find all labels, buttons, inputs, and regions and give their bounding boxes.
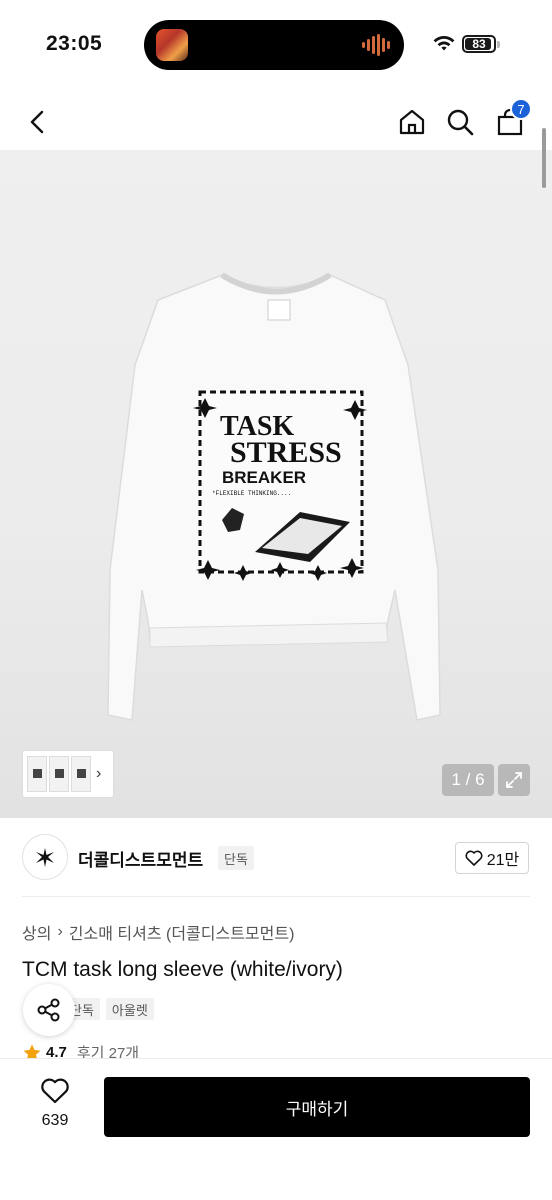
back-button[interactable] xyxy=(20,104,56,140)
product-tags: 단독 아울렛 xyxy=(64,998,154,1020)
brand-like-count: 21만 xyxy=(486,852,520,869)
fullscreen-button[interactable] xyxy=(498,764,530,796)
print-text-breaker: BREAKER xyxy=(222,468,306,487)
audio-wave-icon xyxy=(362,33,390,57)
breadcrumb-subcategory[interactable]: 긴소매 티셔츠 (더콜디스트모먼트) xyxy=(69,920,295,944)
cart-count-badge: 7 xyxy=(510,98,532,120)
battery-indicator: 83 xyxy=(462,35,496,53)
dynamic-island[interactable] xyxy=(144,20,404,70)
product-title: TCM task long sleeve (white/ivory) xyxy=(22,958,343,981)
brand-row: 더콜디스트모먼트 단독 21만 xyxy=(0,834,552,882)
brand-star-icon xyxy=(36,848,54,867)
search-icon xyxy=(447,109,474,136)
thumbnail-image[interactable] xyxy=(71,756,91,792)
status-bar: 23:05 83 xyxy=(0,0,552,90)
divider xyxy=(22,896,530,897)
search-button[interactable] xyxy=(442,104,478,140)
page-scroll-indicator xyxy=(542,128,546,188)
wishlist-button[interactable]: 639 xyxy=(28,1077,82,1130)
print-text-flexible: *FLEXIBLE THINKING.... xyxy=(212,490,291,497)
battery-level: 83 xyxy=(472,37,486,51)
heart-icon xyxy=(465,850,483,866)
home-icon xyxy=(399,109,425,135)
status-time: 23:05 xyxy=(46,32,103,55)
product-photo: TASK STRESS BREAKER *FLEXIBLE THINKING..… xyxy=(107,272,441,721)
brand-name[interactable]: 더콜디스트모먼트 xyxy=(78,846,203,871)
exclusive-badge: 단독 xyxy=(218,846,254,870)
chevron-left-icon xyxy=(30,110,44,134)
thumbnail-image[interactable] xyxy=(27,756,47,792)
wishlist-count: 639 xyxy=(41,1112,69,1129)
top-navigation: 7 xyxy=(0,90,552,154)
brand-logo[interactable] xyxy=(22,834,68,880)
breadcrumb: 상의 › 긴소매 티셔츠 (더콜디스트모먼트) xyxy=(22,920,294,944)
wifi-icon xyxy=(433,36,455,51)
cart-button[interactable]: 7 xyxy=(492,98,532,140)
outlet-tag: 아울렛 xyxy=(105,998,154,1020)
thumbnail-strip[interactable]: › xyxy=(22,750,114,798)
breadcrumb-category[interactable]: 상의 xyxy=(22,920,51,944)
buy-button[interactable]: 구매하기 xyxy=(104,1077,530,1137)
heart-icon xyxy=(41,1078,69,1104)
brand-like-button[interactable]: 21만 xyxy=(455,842,529,874)
share-button[interactable] xyxy=(23,984,75,1036)
chevron-right-icon: › xyxy=(57,923,63,940)
share-icon xyxy=(37,998,60,1022)
home-button[interactable] xyxy=(394,104,430,140)
chevron-right-icon[interactable]: › xyxy=(96,765,101,783)
expand-icon xyxy=(506,772,522,788)
image-page-indicator: 1 / 6 xyxy=(442,764,494,796)
print-text-stress: STRESS xyxy=(230,436,342,469)
thumbnail-image[interactable] xyxy=(49,756,69,792)
now-playing-artwork xyxy=(156,29,188,61)
purchase-bar: 639 구매하기 xyxy=(0,1058,552,1200)
product-image-carousel[interactable]: TASK STRESS BREAKER *FLEXIBLE THINKING..… xyxy=(0,150,552,818)
